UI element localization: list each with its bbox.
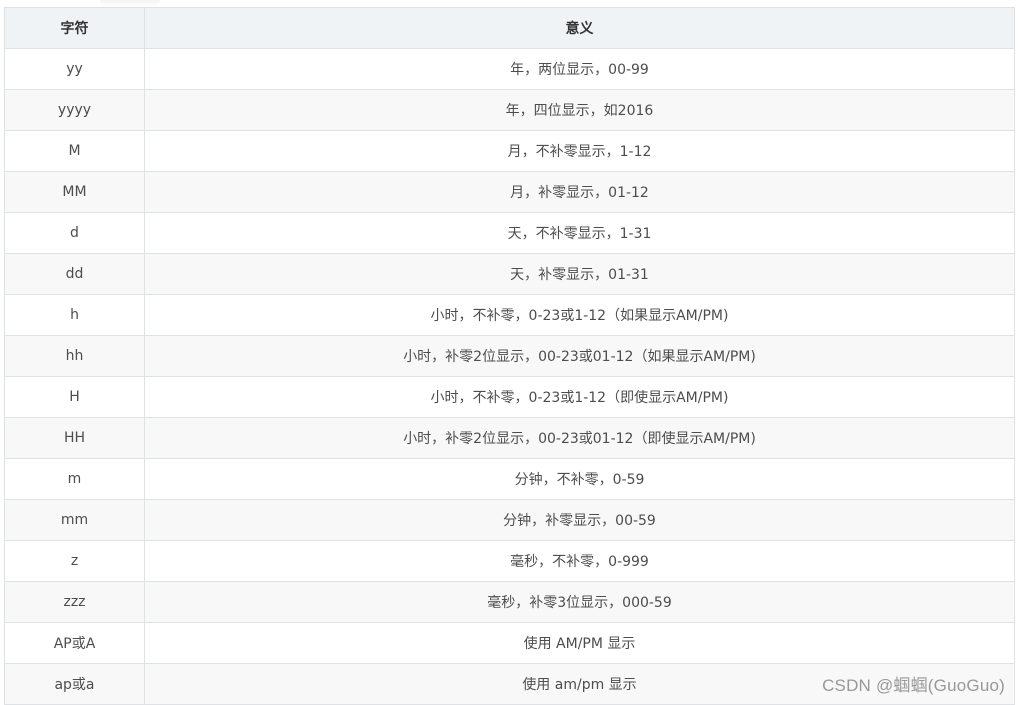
cell-char: h [4,294,145,336]
table-row: zzz 毫秒，补零3位显示，000-59 [4,581,1015,623]
table-row: hh 小时，补零2位显示，00-23或01-12（如果显示AM/PM) [4,335,1015,377]
cell-meaning: 天，不补零显示，1-31 [144,212,1015,254]
table-header: 字符 意义 [4,7,1015,49]
cell-char: H [4,376,145,418]
cell-char: z [4,540,145,582]
cell-meaning: 毫秒，不补零，0-999 [144,540,1015,582]
table-header-row: 字符 意义 [4,7,1015,49]
table-row: d 天，不补零显示，1-31 [4,212,1015,254]
table-row: AP或A 使用 AM/PM 显示 [4,622,1015,664]
cell-meaning: 毫秒，补零3位显示，000-59 [144,581,1015,623]
table-row: HH 小时，补零2位显示，00-23或01-12（即使显示AM/PM) [4,417,1015,459]
cell-meaning: 小时，不补零，0-23或1-12（如果显示AM/PM) [144,294,1015,336]
table-row: h 小时，不补零，0-23或1-12（如果显示AM/PM) [4,294,1015,336]
cell-char: MM [4,171,145,213]
table-row: MM 月，补零显示，01-12 [4,171,1015,213]
cell-meaning: 小时，不补零，0-23或1-12（即使显示AM/PM) [144,376,1015,418]
table-row: yy 年，两位显示，00-99 [4,48,1015,90]
cell-meaning: 分钟，补零显示，00-59 [144,499,1015,541]
table-row: H 小时，不补零，0-23或1-12（即使显示AM/PM) [4,376,1015,418]
cell-meaning: 使用 AM/PM 显示 [144,622,1015,664]
cell-meaning: 年，两位显示，00-99 [144,48,1015,90]
cell-char: m [4,458,145,500]
cell-char: hh [4,335,145,377]
csdn-watermark: CSDN @蝈蝈(GuoGuo) [822,676,1005,695]
cell-char: AP或A [4,622,145,664]
header-cell-meaning: 意义 [144,7,1015,49]
table-body: yy 年，两位显示，00-99 yyyy 年，四位显示，如2016 M 月，不补… [4,48,1015,705]
cell-meaning: 年，四位显示，如2016 [144,89,1015,131]
cell-meaning: 天，补零显示，01-31 [144,253,1015,295]
top-decoration [100,0,160,6]
cell-char: M [4,130,145,172]
cell-char: HH [4,417,145,459]
cell-meaning: 分钟，不补零，0-59 [144,458,1015,500]
table-row: dd 天，补零显示，01-31 [4,253,1015,295]
cell-meaning: 月，补零显示，01-12 [144,171,1015,213]
cell-meaning: 小时，补零2位显示，00-23或01-12（即使显示AM/PM) [144,417,1015,459]
cell-meaning: 月，不补零显示，1-12 [144,130,1015,172]
table-row: m 分钟，不补零，0-59 [4,458,1015,500]
cell-char: zzz [4,581,145,623]
table-row: z 毫秒，不补零，0-999 [4,540,1015,582]
cell-char: ap或a [4,663,145,705]
cell-char: yy [4,48,145,90]
format-table-container: 字符 意义 yy 年，两位显示，00-99 yyyy 年，四位显示，如2016 … [4,7,1015,705]
cell-char: yyyy [4,89,145,131]
cell-meaning: 小时，补零2位显示，00-23或01-12（如果显示AM/PM) [144,335,1015,377]
format-table: 字符 意义 yy 年，两位显示，00-99 yyyy 年，四位显示，如2016 … [4,7,1015,705]
header-cell-char: 字符 [4,7,145,49]
table-row: mm 分钟，补零显示，00-59 [4,499,1015,541]
cell-char: d [4,212,145,254]
cell-char: mm [4,499,145,541]
table-row: yyyy 年，四位显示，如2016 [4,89,1015,131]
cell-char: dd [4,253,145,295]
table-row: M 月，不补零显示，1-12 [4,130,1015,172]
